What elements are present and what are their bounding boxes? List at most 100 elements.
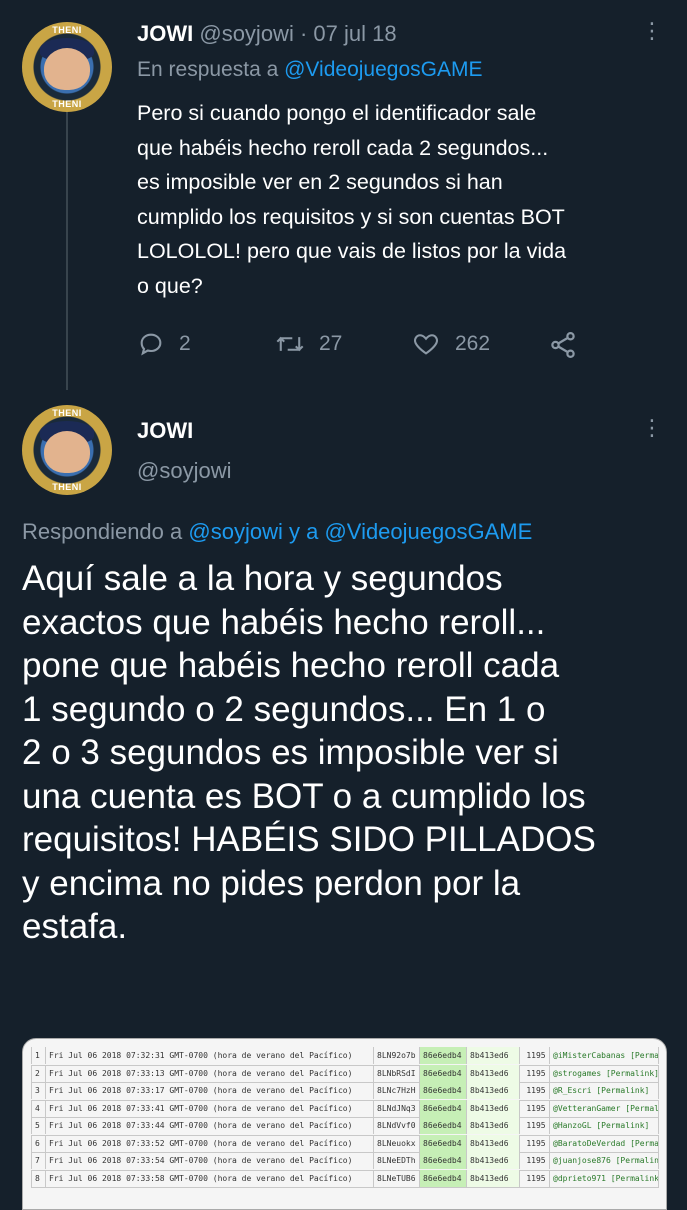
table-cell-h1: 86e6edb4 — [419, 1064, 466, 1082]
reply-prefix: Respondiendo a — [22, 519, 183, 544]
table-cell-h1: 86e6edb4 — [419, 1099, 466, 1117]
reply-button[interactable]: 2 — [137, 330, 191, 358]
table-cell-user: @HanzoGL [Permalink] — [549, 1117, 659, 1134]
avatar-badge-top: THENI — [52, 408, 82, 418]
avatar[interactable]: THENI THENI — [22, 405, 112, 495]
table-row: 4 Fri Jul 06 2018 07:33:41 GMT-0700 (hora… — [31, 1099, 659, 1118]
table-cell-date: Fri Jul 06 2018 07:32:31 GMT-0700 (hora … — [45, 1047, 373, 1064]
tweet-text: Pero si cuando pongo el identificador sa… — [137, 101, 567, 298]
table-cell-n: 6 — [31, 1134, 45, 1152]
table-row: 1 Fri Jul 06 2018 07:32:31 GMT-0700 (hora… — [31, 1047, 659, 1066]
table-cell-n: 5 — [31, 1117, 45, 1134]
table-cell-date: Fri Jul 06 2018 07:33:17 GMT-0700 (hora … — [45, 1082, 373, 1099]
separator-dot: · — [299, 21, 308, 46]
table-cell-n: 4 — [31, 1099, 45, 1117]
author-name[interactable]: JOWI — [137, 418, 193, 444]
avatar[interactable]: THENI THENI — [22, 22, 112, 112]
author-handle[interactable]: @soyjowi — [137, 458, 231, 484]
more-options-icon[interactable]: ⋮ — [641, 415, 664, 441]
table-cell-user: @R_Escri [Permalink] — [549, 1082, 659, 1099]
table-cell-h1: 86e6edb4 — [419, 1169, 466, 1187]
reply-context: Respondiendo a @soyjowi y a @Videojuegos… — [22, 519, 532, 545]
share-icon — [551, 332, 575, 358]
reply-mention-2[interactable]: @VideojuegosGAME — [324, 519, 532, 544]
table-cell-n: 2 — [31, 1064, 45, 1082]
table-cell-h1: 86e6edb4 — [419, 1152, 466, 1169]
table-cell-date: Fri Jul 06 2018 07:33:58 GMT-0700 (hora … — [45, 1169, 373, 1187]
avatar-badge-bottom: THENI — [52, 482, 82, 492]
table-cell-h1: 86e6edb4 — [419, 1117, 466, 1134]
table-cell-n: 8 — [31, 1169, 45, 1187]
reply-count: 2 — [179, 332, 191, 355]
table-cell-h2: 8b413ed6 — [466, 1047, 519, 1064]
table-cell-h2: 8b413ed6 — [466, 1082, 519, 1099]
table-cell-id: 8LNc7HzH — [373, 1082, 419, 1099]
heart-icon — [414, 334, 438, 355]
reply-mention-1[interactable]: @soyjowi — [188, 519, 282, 544]
table-row: 6 Fri Jul 06 2018 07:33:52 GMT-0700 (hora… — [31, 1134, 659, 1153]
table-cell-n: 7 — [31, 1152, 45, 1169]
table-cell-h2: 8b413ed6 — [466, 1134, 519, 1152]
tweet-date[interactable]: 07 jul 18 — [313, 21, 396, 46]
table-cell-h2: 8b413ed6 — [466, 1064, 519, 1082]
table-cell-id: 8LNbRSdI — [373, 1064, 419, 1082]
table-cell-h1: 86e6edb4 — [419, 1082, 466, 1099]
tweet-text: Aquí sale a la hora y segundos exactos q… — [22, 559, 596, 946]
reply-prefix: En respuesta a — [137, 58, 279, 81]
retweet-icon — [276, 336, 304, 352]
table-cell-h1: 86e6edb4 — [419, 1134, 466, 1152]
table-cell-n: 1 — [31, 1047, 45, 1064]
table-cell-n: 3 — [31, 1082, 45, 1099]
table-cell-date: Fri Jul 06 2018 07:33:44 GMT-0700 (hora … — [45, 1117, 373, 1134]
avatar-face — [44, 431, 90, 473]
reply-icon — [140, 333, 162, 356]
table-cell-user: @juanjose876 [Permalink] — [549, 1152, 659, 1169]
table-cell-user: @dprieto971 [Permalink] — [549, 1169, 659, 1187]
tweet-actions: 2 27 262 — [137, 330, 597, 360]
retweet-count: 27 — [319, 332, 343, 355]
table-cell-cnt: 1195 — [519, 1047, 549, 1064]
table-cell-id: 8LNdVvf0 — [373, 1117, 419, 1134]
table-cell-cnt: 1195 — [519, 1169, 549, 1187]
table-cell-cnt: 1195 — [519, 1152, 549, 1169]
avatar-face — [44, 48, 90, 90]
table-row: 8 Fri Jul 06 2018 07:33:58 GMT-0700 (hora… — [31, 1169, 659, 1188]
author-handle[interactable]: @soyjowi — [199, 21, 293, 46]
share-button[interactable] — [548, 330, 578, 360]
attached-spreadsheet-image[interactable]: 1 Fri Jul 06 2018 07:32:31 GMT-0700 (hora… — [22, 1038, 667, 1210]
table-row: 3 Fri Jul 06 2018 07:33:17 GMT-0700 (hora… — [31, 1082, 659, 1101]
table-cell-user: @iMisterCabanas [Permalink] — [549, 1047, 659, 1064]
table-cell-user: @strogames [Permalink] — [549, 1064, 659, 1082]
avatar-badge-top: THENI — [52, 25, 82, 35]
table-cell-id: 8LN92o7b — [373, 1047, 419, 1064]
retweet-button[interactable]: 27 — [275, 330, 342, 358]
like-count: 262 — [455, 332, 491, 355]
table-cell-id: 8LNeTUB6 — [373, 1169, 419, 1187]
table-cell-cnt: 1195 — [519, 1117, 549, 1134]
reply-context: En respuesta a @VideojuegosGAME — [137, 58, 482, 82]
table-cell-date: Fri Jul 06 2018 07:33:41 GMT-0700 (hora … — [45, 1099, 373, 1117]
table-cell-user: @VetteranGamer [Permalink] — [549, 1099, 659, 1117]
table-cell-cnt: 1195 — [519, 1082, 549, 1099]
table-cell-date: Fri Jul 06 2018 07:33:52 GMT-0700 (hora … — [45, 1134, 373, 1152]
table-row: 7 Fri Jul 06 2018 07:33:54 GMT-0700 (hora… — [31, 1152, 659, 1171]
table-cell-cnt: 1195 — [519, 1134, 549, 1152]
tweet-header: JOWI @soyjowi · 07 jul 18 — [137, 21, 397, 47]
table-cell-date: Fri Jul 06 2018 07:33:54 GMT-0700 (hora … — [45, 1152, 373, 1169]
avatar-badge-bottom: THENI — [52, 99, 82, 109]
like-button[interactable]: 262 — [411, 330, 490, 358]
table-cell-user: @BaratoDeVerdad [Permalink] — [549, 1134, 659, 1152]
table-cell-id: 8LNdJNq3 — [373, 1099, 419, 1117]
reply-and: y a — [288, 519, 319, 544]
author-name[interactable]: JOWI — [137, 21, 193, 46]
table-row: 5 Fri Jul 06 2018 07:33:44 GMT-0700 (hora… — [31, 1117, 659, 1136]
table-row: 2 Fri Jul 06 2018 07:33:13 GMT-0700 (hora… — [31, 1064, 659, 1083]
table-cell-h2: 8b413ed6 — [466, 1099, 519, 1117]
table-cell-cnt: 1195 — [519, 1064, 549, 1082]
table-cell-h2: 8b413ed6 — [466, 1152, 519, 1169]
table-cell-cnt: 1195 — [519, 1099, 549, 1117]
table-cell-h2: 8b413ed6 — [466, 1169, 519, 1187]
thread-connector-line — [66, 110, 68, 390]
more-options-icon[interactable]: ⋮ — [641, 18, 664, 44]
reply-mention[interactable]: @VideojuegosGAME — [284, 58, 482, 81]
